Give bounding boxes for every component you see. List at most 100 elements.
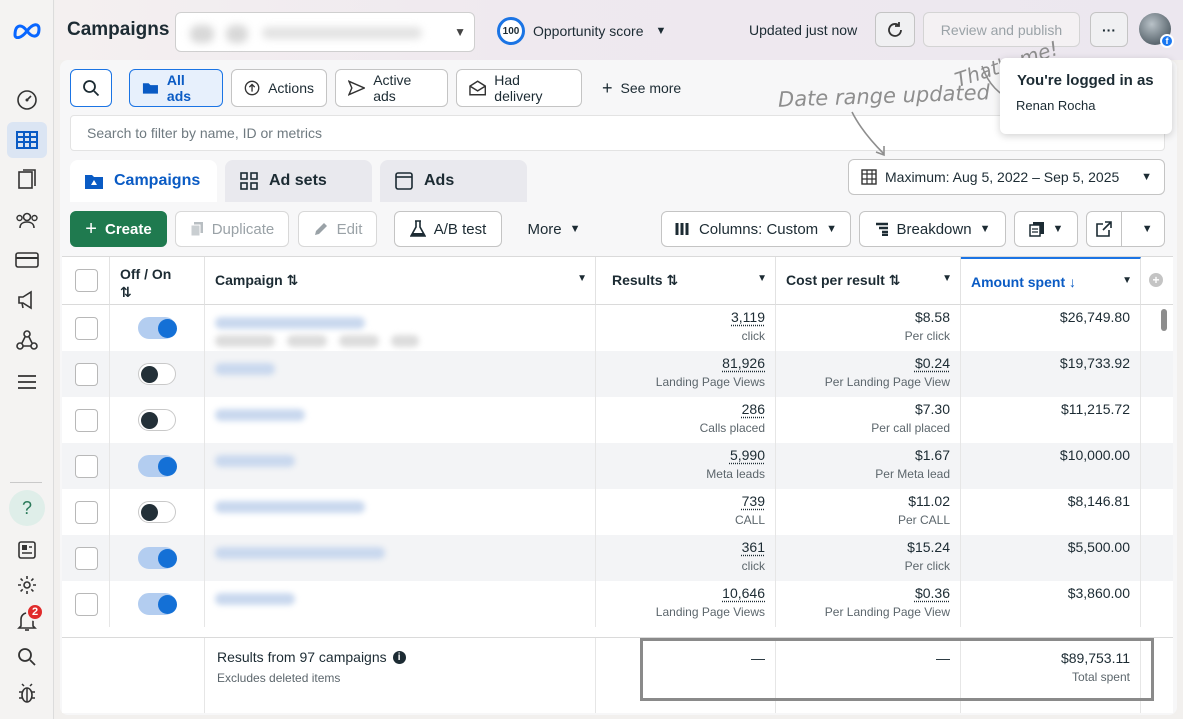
filter-active-ads[interactable]: Active ads (335, 69, 448, 107)
table-row[interactable]: 10,646 Landing Page Views $0.36 Per Landing… (62, 581, 1173, 627)
export-dropdown[interactable]: ▼ (1086, 211, 1165, 247)
reports-dropdown[interactable]: ▼ (1014, 211, 1078, 247)
table-scrollbar[interactable] (1159, 309, 1169, 634)
campaigns-table-icon[interactable] (7, 122, 47, 158)
notifications-bell-icon[interactable]: 2 (7, 603, 47, 639)
all-tools-menu-icon[interactable] (7, 364, 47, 400)
campaign-name-cell[interactable] (205, 443, 596, 489)
filter-all-ads[interactable]: All ads (129, 69, 223, 107)
add-column-header[interactable]: + (1141, 257, 1173, 305)
campaign-name-cell[interactable] (205, 351, 596, 397)
scrollbar-thumb[interactable] (1161, 309, 1167, 331)
table-row[interactable]: 739 CALL $11.02 Per CALL $8,146.81 (62, 489, 1173, 535)
tab-campaigns[interactable]: Campaigns (70, 160, 217, 202)
results-value[interactable]: 286 (742, 401, 765, 417)
account-overview-icon[interactable] (7, 82, 47, 118)
row-checkbox[interactable] (75, 501, 98, 524)
campaign-name-cell[interactable] (205, 535, 596, 581)
help-icon[interactable]: ? (9, 490, 45, 526)
row-checkbox[interactable] (75, 363, 98, 386)
avatar[interactable]: f (1139, 13, 1174, 48)
table-row[interactable]: 286 Calls placed $7.30 Per call placed $11,2… (62, 397, 1173, 443)
off-on-header[interactable]: Off / On ⇅ (110, 257, 205, 305)
results-value[interactable]: 3,119 (731, 309, 765, 325)
amount-spent-column-header[interactable]: Amount spent ↓ ▼ (961, 257, 1141, 305)
campaign-column-header[interactable]: Campaign ⇅ ▼ (205, 257, 596, 305)
campaign-name-blurred[interactable] (215, 317, 365, 329)
campaign-name-cell[interactable] (205, 581, 596, 627)
audiences-icon[interactable] (7, 202, 47, 238)
campaign-name-blurred[interactable] (215, 409, 305, 421)
select-all-checkbox[interactable] (75, 269, 98, 292)
campaign-name-cell[interactable] (205, 489, 596, 535)
see-more-filters[interactable]: + See more (590, 69, 700, 107)
campaign-name-blurred[interactable] (339, 335, 379, 347)
duplicate-button[interactable]: Duplicate (175, 211, 289, 247)
cost-per-result-value[interactable]: $0.24 (915, 355, 950, 371)
tab-ad-sets[interactable]: Ad sets (225, 160, 372, 202)
row-checkbox[interactable] (75, 455, 98, 478)
search-icon[interactable] (7, 639, 47, 675)
tab-ads[interactable]: Ads (380, 160, 527, 202)
more-dropdown[interactable]: More ▼ (512, 211, 596, 247)
row-checkbox[interactable] (75, 593, 98, 616)
campaign-name-blurred[interactable] (215, 547, 385, 559)
campaign-name-blurred[interactable] (215, 363, 275, 375)
campaign-name-blurred[interactable] (215, 455, 295, 467)
results-value[interactable]: 5,990 (730, 447, 765, 463)
chevron-down-icon[interactable]: ▼ (757, 273, 767, 284)
campaign-name-blurred[interactable] (215, 501, 365, 513)
campaign-status-toggle[interactable] (138, 409, 176, 431)
row-checkbox[interactable] (75, 547, 98, 570)
row-checkbox[interactable] (75, 317, 98, 340)
campaign-status-toggle[interactable] (138, 363, 176, 385)
campaign-status-toggle[interactable] (138, 547, 177, 569)
results-value[interactable]: 10,646 (722, 585, 765, 601)
campaign-name-blurred[interactable] (287, 335, 327, 347)
ab-test-button[interactable]: A/B test (394, 211, 502, 247)
opportunity-score[interactable]: 100 Opportunity score ▼ (497, 17, 666, 45)
campaign-status-toggle[interactable] (138, 455, 177, 477)
ads-reporting-megaphone-icon[interactable] (7, 282, 47, 318)
more-options-button[interactable]: ··· (1090, 12, 1128, 47)
billing-card-icon[interactable] (7, 242, 47, 278)
meta-logo-icon[interactable] (7, 12, 47, 48)
events-manager-icon[interactable] (7, 322, 47, 358)
campaign-name-blurred[interactable] (215, 335, 275, 347)
edit-button[interactable]: Edit (298, 211, 377, 247)
chevron-down-icon[interactable]: ▼ (577, 273, 587, 284)
settings-gear-icon[interactable] (7, 567, 47, 603)
ad-account-selector[interactable]: ▼ (175, 12, 475, 52)
cost-per-result-column-header[interactable]: Cost per result ⇅ ▼ (776, 257, 961, 305)
columns-dropdown[interactable]: Columns: Custom ▼ (661, 211, 851, 247)
date-range-picker[interactable]: Maximum: Aug 5, 2022 – Sep 5, 2025 ▼ (848, 159, 1165, 195)
results-value[interactable]: 361 (742, 539, 765, 555)
bug-report-icon[interactable] (7, 675, 47, 711)
pages-icon[interactable] (7, 162, 47, 198)
refresh-button[interactable] (875, 12, 915, 47)
news-feed-icon[interactable] (7, 532, 47, 568)
results-column-header[interactable]: Results ⇅ ▼ (596, 257, 776, 305)
campaign-name-cell[interactable] (205, 305, 596, 351)
results-value[interactable]: 739 (742, 493, 765, 509)
campaign-status-toggle[interactable] (138, 501, 176, 523)
chevron-down-icon[interactable]: ▼ (1122, 275, 1132, 286)
results-value[interactable]: 81,926 (722, 355, 765, 371)
table-row[interactable]: 81,926 Landing Page Views $0.24 Per Landing… (62, 351, 1173, 397)
campaign-status-toggle[interactable] (138, 317, 177, 339)
create-button[interactable]: + Create (70, 211, 167, 247)
filter-actions[interactable]: Actions (231, 69, 327, 107)
table-row[interactable]: 3,119 click $8.58 Per click $26,749.80 (62, 305, 1173, 351)
info-icon[interactable]: i (392, 650, 406, 664)
table-row[interactable]: 361 click $15.24 Per click $5,500.00 (62, 535, 1173, 581)
search-toggle-button[interactable] (70, 69, 112, 107)
campaign-name-blurred[interactable] (391, 335, 419, 347)
review-and-publish-button[interactable]: Review and publish (923, 12, 1080, 47)
row-checkbox[interactable] (75, 409, 98, 432)
campaign-name-blurred[interactable] (215, 593, 295, 605)
campaign-status-toggle[interactable] (138, 593, 177, 615)
filter-had-delivery[interactable]: Had delivery (456, 69, 582, 107)
chevron-down-icon[interactable]: ▼ (942, 273, 952, 284)
cost-per-result-value[interactable]: $0.36 (915, 585, 950, 601)
breakdown-dropdown[interactable]: Breakdown ▼ (859, 211, 1006, 247)
